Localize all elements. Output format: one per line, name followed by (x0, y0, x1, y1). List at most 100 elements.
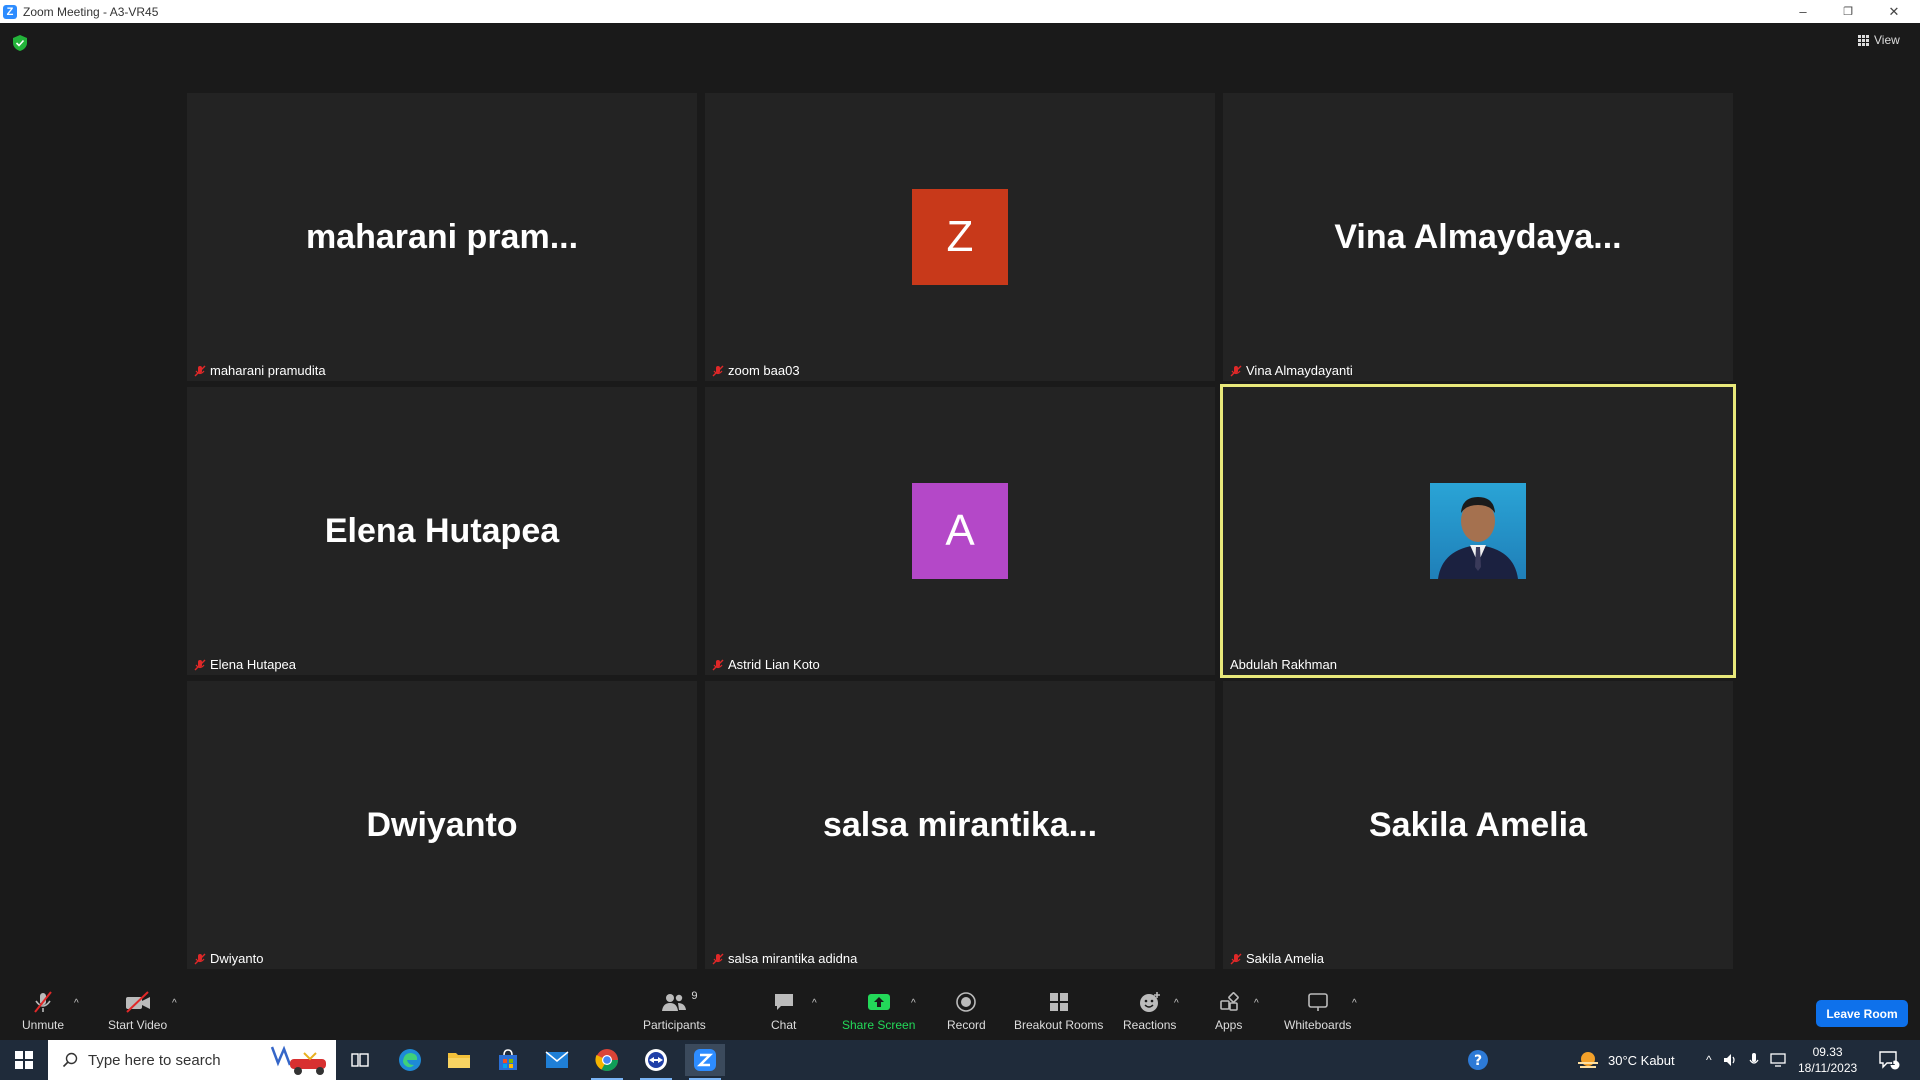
apps-button[interactable]: Apps (1215, 990, 1242, 1032)
weather-widget[interactable]: 30°C Kabut (1576, 1040, 1675, 1080)
chrome-browser-icon[interactable] (587, 1044, 627, 1080)
clock[interactable]: 09.33 18/11/2023 (1798, 1040, 1857, 1080)
restore-button[interactable]: ❐ (1826, 0, 1870, 23)
leave-room-button[interactable]: Leave Room (1816, 1000, 1908, 1027)
mic-muted-icon (1230, 365, 1242, 376)
mic-muted-icon (31, 990, 55, 1014)
video-off-icon (124, 990, 152, 1014)
network-icon[interactable] (1769, 1052, 1788, 1068)
search-icon (62, 1052, 78, 1068)
mail-icon[interactable] (537, 1044, 577, 1076)
participant-display-name: Sakila Amelia (1369, 805, 1587, 844)
view-button[interactable]: View (1858, 33, 1900, 47)
breakout-rooms-button[interactable]: Breakout Rooms (1014, 990, 1103, 1032)
participant-display-name: Elena Hutapea (324, 511, 560, 550)
speaker-icon[interactable] (1722, 1052, 1738, 1068)
mic-muted-icon (194, 953, 206, 964)
mic-muted-icon (712, 659, 724, 670)
participant-profile-photo (1430, 483, 1526, 579)
search-highlight-doodle-icon (270, 1045, 326, 1075)
share-screen-button[interactable]: Share Screen (842, 990, 915, 1032)
whiteboards-button[interactable]: Whiteboards (1284, 990, 1351, 1032)
participant-name-label: Dwiyanto (191, 950, 266, 967)
record-icon (955, 990, 977, 1014)
reactions-options-chevron-up-icon[interactable]: ^ (1174, 998, 1179, 1009)
participants-icon: 9 (661, 990, 697, 1014)
notification-center-icon[interactable]: 1 (1878, 1040, 1900, 1080)
participant-tile[interactable]: Elena Hutapea Elena Hutapea (187, 387, 697, 675)
mic-muted-icon (712, 953, 724, 964)
mic-muted-icon (712, 365, 724, 376)
window-titlebar: Z Zoom Meeting - A3-VR45 – ❐ ✕ (0, 0, 1920, 23)
close-button[interactable]: ✕ (1872, 0, 1916, 23)
participant-name-label: salsa mirantika adidna (709, 950, 860, 967)
participant-tile[interactable]: Sakila Amelia Sakila Amelia (1223, 681, 1733, 969)
windows-start-icon[interactable] (4, 1044, 44, 1076)
participant-tile[interactable]: maharani pram... maharani pramudita (187, 93, 697, 381)
participant-display-name: Vina Almaydaya... (1334, 217, 1622, 256)
participant-name-label: maharani pramudita (191, 362, 329, 379)
audio-options-chevron-up-icon[interactable]: ^ (74, 998, 79, 1009)
whiteboards-options-chevron-up-icon[interactable]: ^ (1352, 998, 1357, 1009)
start-video-button[interactable]: Start Video (108, 990, 167, 1032)
participant-tile[interactable]: Vina Almaydaya... Vina Almaydayanti (1223, 93, 1733, 381)
participant-name-label: zoom baa03 (709, 362, 803, 379)
participant-name-label: Vina Almaydayanti (1227, 362, 1356, 379)
share-options-chevron-up-icon[interactable]: ^ (911, 998, 916, 1009)
view-label: View (1874, 33, 1900, 47)
unmute-button[interactable]: Unmute (22, 990, 64, 1032)
minimize-button[interactable]: – (1781, 0, 1825, 23)
apps-options-chevron-up-icon[interactable]: ^ (1254, 998, 1259, 1009)
participant-tile[interactable]: Dwiyanto Dwiyanto (187, 681, 697, 969)
microphone-icon[interactable] (1748, 1052, 1760, 1068)
remote-app-icon[interactable] (636, 1044, 676, 1080)
show-hidden-icons-chevron-up-icon[interactable]: ^ (1706, 1053, 1712, 1067)
clock-time: 09.33 (1812, 1045, 1843, 1059)
breakout-rooms-icon (1048, 990, 1070, 1014)
mic-muted-icon (1230, 953, 1242, 964)
chat-options-chevron-up-icon[interactable]: ^ (812, 998, 817, 1009)
participant-display-name: Dwiyanto (366, 805, 518, 844)
record-button[interactable]: Record (947, 990, 986, 1032)
participant-tile[interactable]: A Astrid Lian Koto (705, 387, 1215, 675)
apps-icon (1218, 990, 1240, 1014)
search-placeholder: Type here to search (88, 1051, 221, 1069)
participant-name-label: Abdulah Rakhman (1230, 657, 1337, 672)
participant-tile[interactable]: salsa mirantika... salsa mirantika adidn… (705, 681, 1215, 969)
zoom-logo-icon: Z (3, 4, 17, 19)
participants-button[interactable]: 9 Participants (643, 990, 706, 1032)
participant-name-label: Elena Hutapea (191, 656, 299, 673)
reactions-button[interactable]: Reactions (1123, 990, 1176, 1032)
clock-date: 18/11/2023 (1798, 1061, 1858, 1075)
window-title: Zoom Meeting - A3-VR45 (23, 4, 159, 19)
chat-icon (773, 990, 795, 1014)
meeting-toolbar: Unmute ^ Start Video ^ 9 Participants Ch… (0, 976, 1920, 1040)
participant-display-name: salsa mirantika... (822, 805, 1098, 844)
video-options-chevron-up-icon[interactable]: ^ (172, 998, 177, 1009)
edge-browser-icon[interactable] (390, 1044, 430, 1076)
chat-button[interactable]: Chat (771, 990, 796, 1032)
file-explorer-icon[interactable] (439, 1044, 479, 1076)
notification-count: 1 (1890, 1057, 1896, 1067)
svg-text:?: ? (1474, 1053, 1482, 1069)
participant-avatar: A (912, 483, 1008, 579)
whiteboard-icon (1306, 990, 1330, 1014)
share-screen-icon (867, 990, 891, 1014)
help-icon[interactable]: ? (1466, 1040, 1490, 1080)
shield-icon[interactable] (13, 35, 27, 51)
microsoft-store-icon[interactable] (488, 1044, 528, 1076)
windows-taskbar: Type here to search ? 30°C Kabut ^ 09.33… (0, 1040, 1920, 1080)
task-view-icon[interactable] (340, 1044, 380, 1076)
taskbar-search-box[interactable]: Type here to search (48, 1040, 336, 1080)
participant-display-name: maharani pram... (305, 217, 579, 256)
weather-text: 30°C Kabut (1608, 1052, 1675, 1068)
mic-muted-icon (194, 365, 206, 376)
zoom-app-icon[interactable] (685, 1044, 725, 1080)
participant-name-label: Sakila Amelia (1227, 950, 1327, 967)
participant-name-label: Astrid Lian Koto (709, 656, 823, 673)
participant-tile[interactable]: Z zoom baa03 (705, 93, 1215, 381)
participant-tile-active-speaker[interactable]: Abdulah Rakhman (1220, 384, 1736, 678)
emoji-reaction-icon (1138, 990, 1162, 1014)
mic-muted-icon (194, 659, 206, 670)
participant-avatar: Z (912, 189, 1008, 285)
